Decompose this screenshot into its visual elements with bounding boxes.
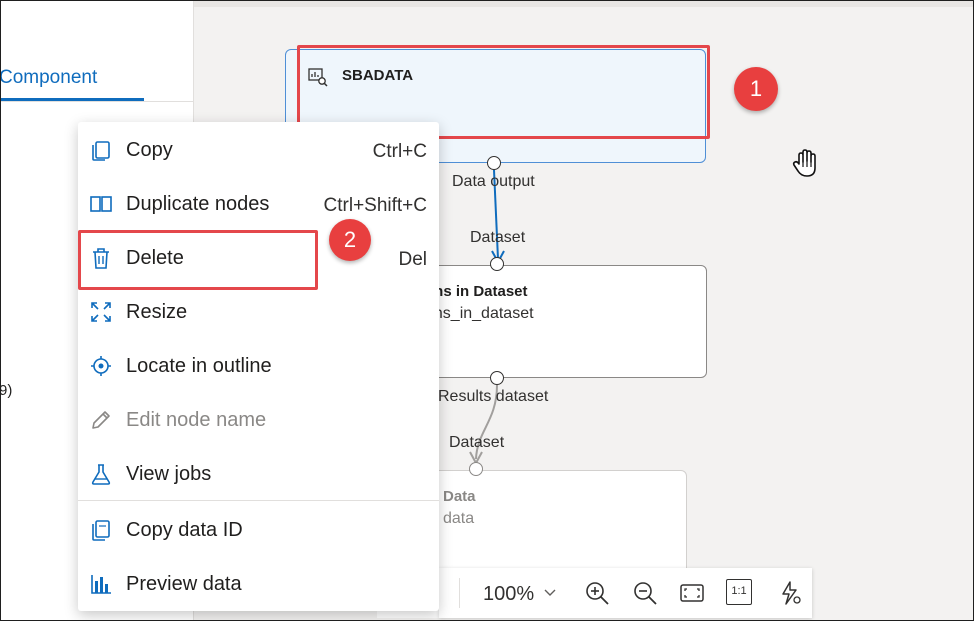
callout-badge-1: 1 (734, 67, 778, 111)
menu-divider (78, 500, 439, 501)
menu-item-locate-in-outline[interactable]: Locate in outline (78, 340, 439, 394)
actual-size-button[interactable]: 1:1 (726, 579, 752, 605)
menu-item-duplicate-nodes[interactable]: Duplicate nodes Ctrl+Shift+C (78, 178, 439, 232)
menu-item-view-jobs[interactable]: View jobs (78, 448, 439, 502)
menu-item-edit-node-name[interactable]: Edit node name (78, 394, 439, 448)
zoom-level-dropdown[interactable]: 100% (483, 583, 534, 606)
flask-icon (91, 464, 111, 485)
hand-cursor-icon (792, 149, 816, 177)
port-label: Dataset (470, 229, 526, 246)
menu-item-shortcut: Del (398, 249, 427, 270)
auto-layout-icon[interactable] (776, 579, 804, 607)
resize-icon (91, 302, 111, 322)
input-port[interactable] (490, 257, 504, 271)
menu-item-resize[interactable]: Resize (78, 286, 439, 340)
menu-item-copy-data-id[interactable]: Copy data ID (78, 504, 439, 558)
menu-item-shortcut: Ctrl+Shift+C (323, 195, 427, 216)
duplicate-icon (90, 196, 112, 212)
output-port[interactable] (487, 156, 501, 170)
output-port[interactable] (490, 371, 504, 385)
copy-icon (92, 141, 110, 161)
chart-icon (91, 575, 111, 594)
port-label: Results dataset (438, 388, 549, 405)
menu-item-label: Resize (126, 301, 188, 323)
toolbar-divider (459, 578, 460, 608)
menu-item-label: Copy data ID (126, 519, 243, 541)
menu-item-label: View jobs (126, 463, 212, 485)
callout-badge-2: 2 (329, 219, 371, 261)
node-subtitle: nns_in_dataset (425, 305, 534, 322)
locate-icon (91, 356, 111, 376)
menu-item-label: Locate in outline (126, 355, 272, 377)
menu-item-copy[interactable]: Copy Ctrl+C (78, 124, 439, 178)
menu-item-label: Preview data (126, 573, 242, 595)
chevron-down-icon[interactable] (543, 585, 557, 599)
app-frame: Component 9) SBADATA Data output Dataset… (0, 0, 974, 621)
node-title: nns in Dataset (425, 283, 528, 300)
menu-item-label: Copy (126, 139, 173, 161)
zoom-out-icon[interactable] (631, 579, 659, 607)
fit-to-screen-icon[interactable] (678, 579, 706, 607)
zoom-toolbar: 100% 1:1 (439, 568, 812, 618)
menu-item-preview-data[interactable]: Preview data (78, 558, 439, 612)
context-menu: Copy Ctrl+C Duplicate nodes Ctrl+Shift+C… (78, 122, 439, 611)
input-port[interactable] (469, 462, 483, 476)
menu-item-label: Duplicate nodes (126, 193, 270, 215)
node-subtitle: data (443, 510, 475, 527)
menu-item-shortcut: Ctrl+C (372, 141, 427, 162)
node-select-columns[interactable]: nns in Dataset nns_in_dataset (418, 265, 707, 378)
node-title: Data (443, 488, 476, 505)
port-label: Data output (452, 173, 535, 190)
menu-item-label: Edit node name (126, 409, 267, 431)
copy-id-icon (92, 520, 110, 541)
zoom-in-icon[interactable] (583, 579, 611, 607)
port-label: Dataset (449, 434, 505, 451)
callout-box-delete (78, 230, 318, 290)
edit-icon (92, 411, 110, 429)
